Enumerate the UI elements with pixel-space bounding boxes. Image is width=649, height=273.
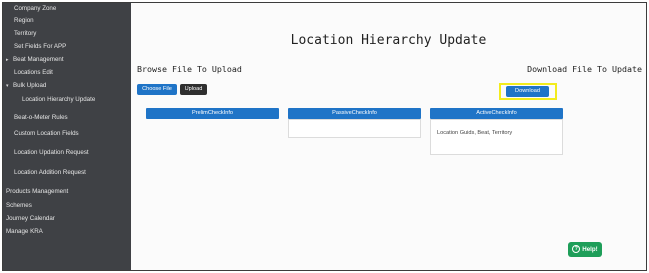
sidebar-item-bulk-upload[interactable]: ▾ Bulk Upload — [6, 81, 134, 91]
passive-check-info-header: PassiveCheckInfo — [288, 108, 421, 119]
sidebar-item-products-management[interactable]: Products Management — [6, 187, 134, 196]
prelim-check-info-header: PrelimCheckInfo — [146, 108, 279, 119]
sidebar-item-location-addition-request[interactable]: Location Addition Request — [14, 168, 142, 177]
app-window: Company Zone Region Territory Set Fields… — [2, 2, 647, 271]
sidebar-item-manage-kra[interactable]: Manage KRA — [6, 227, 134, 236]
page-title: Location Hierarchy Update — [290, 33, 487, 48]
chevron-down-icon: ▾ — [6, 83, 9, 89]
chevron-right-icon: ▸ — [6, 57, 9, 63]
download-file-label: Download File To Update — [527, 64, 642, 74]
download-button[interactable]: Download — [506, 86, 549, 97]
sidebar-item-company-zone[interactable]: Company Zone — [14, 4, 142, 13]
main-content: Location Hierarchy Update Browse File To… — [131, 3, 646, 270]
sidebar-item-schemes[interactable]: Schemes — [6, 201, 134, 210]
active-check-info-box: Location Guids, Beat, Territory — [430, 119, 563, 155]
question-circle-icon: ? — [572, 245, 581, 254]
help-button[interactable]: ? Help! — [568, 242, 602, 257]
choose-file-button[interactable]: Choose File — [137, 84, 177, 95]
upload-button[interactable]: Upload — [180, 84, 207, 95]
sidebar-item-journey-calendar[interactable]: Journey Calendar — [6, 214, 134, 223]
download-highlight: Download — [499, 83, 557, 100]
sidebar-item-territory[interactable]: Territory — [14, 29, 142, 38]
sidebar-item-locations-edit[interactable]: Locations Edit — [14, 68, 142, 77]
active-check-info-text: Location Guids, Beat, Territory — [437, 130, 513, 136]
passive-check-info-box — [288, 119, 421, 138]
sidebar-item-set-fields[interactable]: Set Fields For APP — [14, 42, 142, 51]
sidebar-item-location-updation-request[interactable]: Location Updation Request — [14, 148, 142, 157]
browse-file-label: Browse File To Upload — [137, 64, 242, 74]
sidebar-item-custom-location-fields[interactable]: Custom Location Fields — [14, 129, 142, 138]
sidebar-item-beat-management[interactable]: ▸ Beat Management — [6, 55, 134, 65]
sidebar-item-region[interactable]: Region — [14, 16, 142, 25]
active-check-info-header: ActiveCheckInfo — [430, 108, 563, 119]
sidebar-item-beat-o-meter-rules[interactable]: Beat-o-Meter Rules — [14, 113, 142, 122]
sidebar: Company Zone Region Territory Set Fields… — [3, 3, 131, 270]
